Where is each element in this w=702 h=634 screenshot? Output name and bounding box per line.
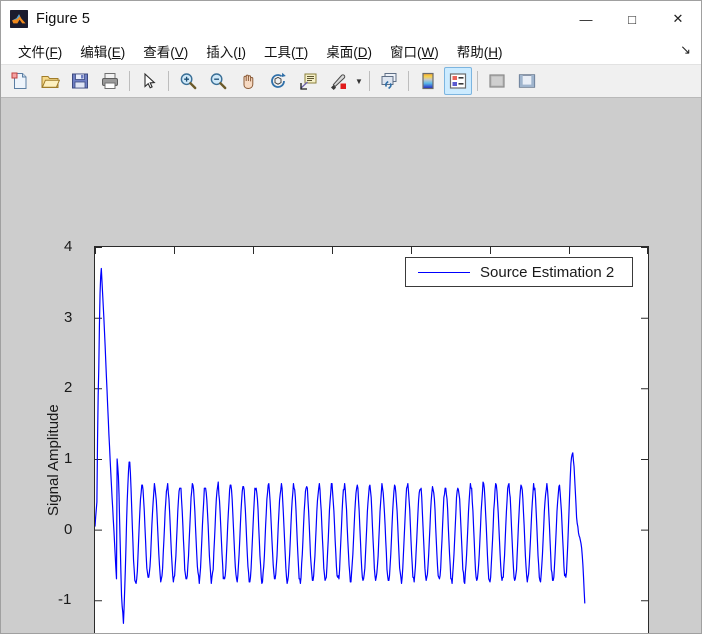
dock-figure-icon[interactable]: ↘ [680,42,691,58]
menu-desktop-mnemonic: D [357,44,368,60]
rotate-3d-icon[interactable] [264,67,292,95]
pan-hand-icon[interactable] [234,67,262,95]
menu-file[interactable]: 文件(F) [9,38,71,64]
close-button[interactable]: ✕ [655,1,701,37]
menu-window-mnemonic: W [421,44,435,60]
minimize-button[interactable]: — [563,1,609,37]
menu-view-mnemonic: V [174,44,184,60]
brush-icon[interactable] [324,67,352,95]
menu-help[interactable]: 帮助(H) [448,38,512,64]
chevron-down-icon[interactable]: ▼ [353,67,365,95]
new-figure-icon[interactable] [6,67,34,95]
menu-edit[interactable]: 编辑(E) [71,38,134,64]
print-icon[interactable] [96,67,124,95]
link-plot-icon[interactable] [375,67,403,95]
legend-icon[interactable] [444,67,472,95]
menu-desktop-tail: ) [367,44,373,60]
menu-tools-text: 工具( [264,44,296,60]
legend-line-sample [418,271,470,273]
plot-svg [95,247,648,624]
open-folder-icon[interactable] [36,67,64,95]
menu-help-text: 帮助( [456,44,489,60]
y-tick-label-1: 1 [64,450,73,467]
plot-axes [94,246,649,633]
toolbar-separator [129,71,130,91]
signal-trace-line [95,267,586,624]
menu-edit-tail: ) [120,44,126,60]
window-title: Figure 5 [36,11,90,27]
figure-canvas: 4 3 2 1 0 -1 -2 0 20 40 60 80 100 120 14… [1,98,701,633]
menu-insert-tail: ) [241,44,247,60]
menu-tools[interactable]: 工具(T) [255,38,317,64]
toolbar-separator [168,71,169,91]
show-plot-tools-icon[interactable] [513,67,541,95]
toolbar-separator [477,71,478,91]
menu-file-mnemonic: F [49,44,58,60]
matlab-figure-window: Figure 5 — □ ✕ 文件(F) 编辑(E) 查看(V) 插入(I) 工… [0,0,702,634]
menu-window[interactable]: 窗口(W) [381,38,448,64]
menu-view-text: 查看( [143,44,175,60]
menu-edit-mnemonic: E [111,44,121,60]
colorbar-icon[interactable] [414,67,442,95]
legend-entry-label: Source Estimation 2 [480,263,615,281]
menu-insert[interactable]: 插入(I) [197,38,255,64]
figure-toolbar: ▼ [1,64,701,98]
title-bar: Figure 5 — □ ✕ [1,1,701,37]
menu-bar: 文件(F) 编辑(E) 查看(V) 插入(I) 工具(T) 桌面(D) 窗口(W… [1,37,701,64]
menu-view-tail: ) [183,44,189,60]
y-tick-label-3: 3 [64,309,73,326]
y-tick-label-0: 0 [64,521,73,538]
menu-window-tail: ) [434,44,439,60]
zoom-in-icon[interactable] [174,67,202,95]
menu-window-text: 窗口( [390,44,422,60]
y-tick-label-2: 2 [64,379,73,396]
window-controls: — □ ✕ [563,1,701,37]
menu-help-mnemonic: H [488,44,499,60]
matlab-icon [10,10,28,28]
maximize-button[interactable]: □ [609,1,655,37]
y-axis-title: Signal Amplitude [45,404,62,516]
menu-view[interactable]: 查看(V) [134,38,197,64]
y-tick-label-neg1: -1 [58,591,72,608]
menu-tools-tail: ) [303,44,309,60]
menu-file-tail: ) [57,44,63,60]
menu-file-text: 文件( [18,44,50,60]
menu-insert-text: 插入( [206,44,238,60]
toolbar-separator [408,71,409,91]
menu-tools-mnemonic: T [295,44,304,60]
menu-help-tail: ) [498,44,503,60]
data-cursor-icon[interactable] [294,67,322,95]
menu-edit-text: 编辑( [80,44,112,60]
toolbar-separator [369,71,370,91]
hide-plot-tools-icon[interactable] [483,67,511,95]
save-icon[interactable] [66,67,94,95]
plot-legend[interactable]: Source Estimation 2 [405,257,633,287]
pointer-icon[interactable] [135,67,163,95]
menu-desktop[interactable]: 桌面(D) [317,38,381,64]
menu-desktop-text: 桌面( [326,44,358,60]
zoom-out-icon[interactable] [204,67,232,95]
y-tick-label-4: 4 [64,238,73,255]
